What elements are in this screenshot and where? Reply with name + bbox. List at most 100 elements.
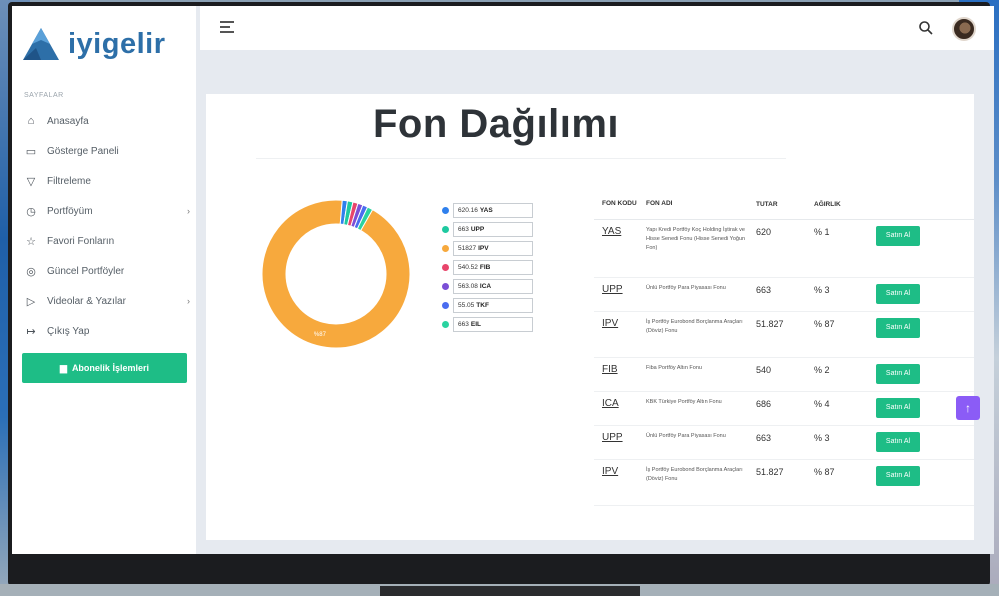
legend-item[interactable]: 51827 IPV bbox=[442, 240, 533, 257]
fund-code-link[interactable]: IPV bbox=[602, 318, 618, 329]
monitor-stand bbox=[380, 586, 640, 596]
chevron-right-icon: › bbox=[187, 206, 190, 216]
buy-button[interactable]: Satın Al bbox=[876, 318, 920, 338]
sidebar-item-filtreleme[interactable]: ▽ Filtreleme bbox=[24, 166, 194, 196]
legend-value: 51827 bbox=[458, 245, 477, 252]
sidebar-item-guncel-portfoyler[interactable]: ◎ Güncel Portföyler bbox=[24, 256, 194, 286]
fund-code-link[interactable]: YAS bbox=[602, 226, 621, 237]
fund-weight: % 3 bbox=[814, 285, 830, 295]
table-row: UPP Ünlü Portföy Para Piyasası Fonu 663 % 3… bbox=[594, 278, 974, 312]
star-icon: ☆ bbox=[26, 235, 36, 248]
sidebar-item-portfoyum[interactable]: ◷ Portföyüm › bbox=[24, 196, 194, 226]
legend-item[interactable]: 55.05 TKF bbox=[442, 297, 533, 314]
legend-value: 620.16 bbox=[458, 207, 478, 214]
header-amount: TUTAR bbox=[756, 200, 778, 208]
fund-code-link[interactable]: UPP bbox=[602, 432, 623, 443]
fund-amount: 663 bbox=[756, 285, 772, 295]
fund-weight: % 1 bbox=[814, 227, 830, 237]
legend-value: 540.52 bbox=[458, 264, 478, 271]
legend-code: ICA bbox=[479, 283, 492, 290]
fund-name: Ünlü Portföy Para Piyasası Fonu bbox=[646, 433, 726, 439]
table-row: IPV İş Portföy Eurobond Borçlanma Araçlar… bbox=[594, 460, 974, 506]
donut-slice-label: %87 bbox=[314, 332, 327, 338]
brand-logo[interactable]: iyigelir bbox=[22, 26, 166, 62]
fund-amount: 620 bbox=[756, 227, 772, 237]
fund-amount: 540 bbox=[756, 365, 772, 375]
fund-weight: % 87 bbox=[814, 319, 835, 329]
legend-code: EIL bbox=[470, 321, 481, 328]
legend-code: UPP bbox=[470, 226, 485, 233]
buy-button[interactable]: Satın Al bbox=[876, 398, 920, 418]
sidebar-item-videolar-yazilar[interactable]: ▷ Videolar & Yazılar › bbox=[24, 286, 194, 316]
legend-item[interactable]: 563.08 ICA bbox=[442, 278, 533, 295]
video-icon: ▷ bbox=[26, 295, 36, 308]
fund-name: KBK Türkiye Portföy Altın Fonu bbox=[646, 399, 722, 405]
fund-code-link[interactable]: UPP bbox=[602, 284, 623, 295]
app-screen: iyigelir SAYFALAR ⌂ Anasayfa ▭ Gösterge … bbox=[12, 6, 994, 554]
legend-value: 663 bbox=[458, 226, 469, 233]
fund-amount: 51.827 bbox=[756, 467, 784, 477]
sidebar-item-label: Portföyüm bbox=[47, 205, 93, 217]
header-fund-name: FON ADI bbox=[646, 200, 673, 207]
fund-code-link[interactable]: FIB bbox=[602, 364, 618, 375]
fund-weight: % 2 bbox=[814, 365, 830, 375]
legend-code: YAS bbox=[479, 207, 493, 214]
search-icon[interactable] bbox=[918, 20, 934, 36]
buy-button[interactable]: Satın Al bbox=[876, 432, 920, 452]
fund-name: Fiba Portföy Altın Fonu bbox=[646, 365, 702, 371]
legend-label: 663 UPP bbox=[453, 222, 533, 237]
filter-icon: ▽ bbox=[26, 175, 36, 188]
target-icon: ◎ bbox=[26, 265, 36, 278]
legend-swatch bbox=[442, 207, 449, 214]
briefcase-icon: ▆ bbox=[60, 362, 67, 373]
sidebar-item-gosterge-paneli[interactable]: ▭ Gösterge Paneli bbox=[24, 136, 194, 166]
sidebar-item-label: Gösterge Paneli bbox=[47, 145, 119, 157]
fund-weight: % 87 bbox=[814, 467, 835, 477]
fund-name: İş Portföy Eurobond Borçlanma Araçları (… bbox=[646, 467, 743, 482]
legend-code: TKF bbox=[476, 302, 489, 309]
legend-swatch bbox=[442, 245, 449, 252]
legend-swatch bbox=[442, 283, 449, 290]
subscription-button[interactable]: ▆ Abonelik İşlemleri bbox=[22, 353, 187, 383]
brand-name: iyigelir bbox=[68, 27, 166, 60]
clock-icon: ◷ bbox=[26, 205, 36, 218]
hamburger-menu-icon[interactable] bbox=[220, 21, 234, 36]
logout-icon: ↦ bbox=[26, 325, 36, 338]
fund-name: Yapı Kredi Portföy Koç Holding İştirak v… bbox=[646, 227, 746, 251]
fund-code-link[interactable]: IPV bbox=[602, 466, 618, 477]
sidebar-item-label: Videolar & Yazılar bbox=[47, 295, 126, 307]
sidebar-item-anasayfa[interactable]: ⌂ Anasayfa bbox=[24, 106, 194, 136]
sidebar-item-favori-fonlarin[interactable]: ☆ Favori Fonların bbox=[24, 226, 194, 256]
header-fund-code: FON KODU bbox=[602, 199, 637, 207]
fund-distribution-donut-chart: %87 bbox=[261, 199, 411, 349]
page-title: Fon Dağılımı bbox=[373, 102, 619, 146]
topbar bbox=[200, 6, 994, 50]
legend-item[interactable]: 663 EIL bbox=[442, 316, 533, 333]
arrow-up-icon: ↑ bbox=[965, 401, 971, 415]
legend-item[interactable]: 540.52 FIB bbox=[442, 259, 533, 276]
sidebar-section-title: SAYFALAR bbox=[24, 92, 64, 99]
sidebar-item-label: Anasayfa bbox=[47, 115, 89, 127]
buy-button[interactable]: Satın Al bbox=[876, 284, 920, 304]
table-row: ICA KBK Türkiye Portföy Altın Fonu 686 % 4 S… bbox=[594, 392, 974, 426]
donut-slice-ipv[interactable] bbox=[261, 199, 411, 349]
chart-legend: 620.16 YAS 663 UPP 51827 IPV 540.52 FIB 563.08 IC… bbox=[442, 202, 533, 335]
fund-weight: % 4 bbox=[814, 399, 830, 409]
buy-button[interactable]: Satın Al bbox=[876, 364, 920, 384]
sidebar-item-label: Filtreleme bbox=[47, 175, 91, 187]
legend-code: IPV bbox=[478, 245, 489, 252]
legend-value: 55.05 bbox=[458, 302, 475, 309]
buy-button[interactable]: Satın Al bbox=[876, 466, 920, 486]
legend-code: FIB bbox=[479, 264, 491, 271]
scroll-to-top-button[interactable]: ↑ bbox=[956, 396, 980, 420]
legend-item[interactable]: 663 UPP bbox=[442, 221, 533, 238]
legend-item[interactable]: 620.16 YAS bbox=[442, 202, 533, 219]
user-avatar[interactable] bbox=[952, 17, 976, 41]
legend-label: 540.52 FIB bbox=[453, 260, 533, 275]
fund-code-link[interactable]: ICA bbox=[602, 398, 619, 409]
buy-button[interactable]: Satın Al bbox=[876, 226, 920, 246]
sidebar-item-cikis-yap[interactable]: ↦ Çıkış Yap bbox=[24, 316, 194, 346]
sidebar: iyigelir SAYFALAR ⌂ Anasayfa ▭ Gösterge … bbox=[12, 6, 196, 554]
fund-amount: 663 bbox=[756, 433, 772, 443]
logo-mountain-icon bbox=[22, 26, 60, 62]
